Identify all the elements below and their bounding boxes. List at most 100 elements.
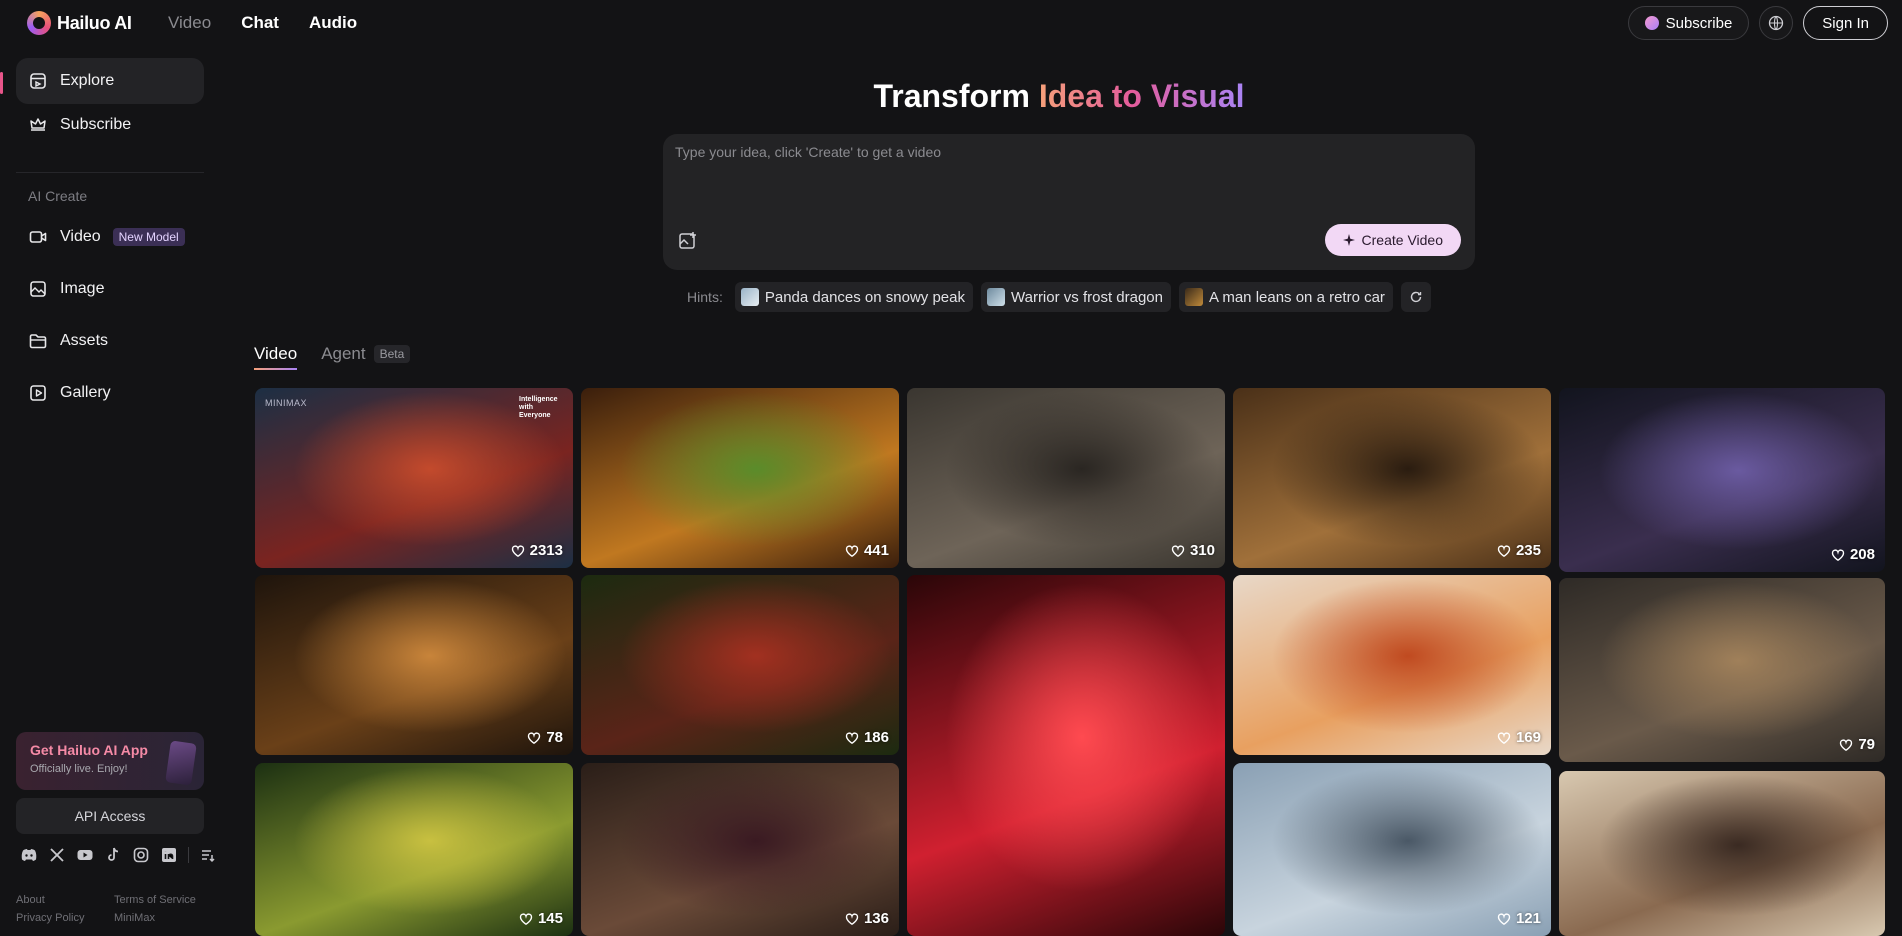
- create-video-button[interactable]: Create Video: [1324, 224, 1461, 256]
- sidebar-item-assets[interactable]: Assets: [16, 318, 204, 364]
- refresh-icon: [1410, 291, 1422, 303]
- social-links: [20, 846, 217, 864]
- heart-icon: [1497, 731, 1511, 744]
- like-count[interactable]: 169: [1497, 729, 1541, 746]
- like-count[interactable]: 78: [527, 729, 563, 746]
- video-card[interactable]: 145: [255, 763, 573, 936]
- sidebar-item-video[interactable]: Video New Model: [16, 214, 204, 260]
- video-card[interactable]: 169: [1233, 575, 1551, 755]
- heart-icon: [1831, 548, 1845, 561]
- sidebar-item-image[interactable]: Image: [16, 266, 204, 312]
- video-card[interactable]: MINIMAX Intelligence with Everyone 2313: [255, 388, 573, 568]
- video-card[interactable]: 78: [255, 575, 573, 755]
- like-count[interactable]: 145: [519, 910, 563, 927]
- social-divider: [188, 847, 189, 863]
- video-card[interactable]: 136: [581, 763, 899, 936]
- crown-icon: [30, 118, 46, 131]
- sidebar-item-gallery[interactable]: Gallery: [16, 370, 204, 416]
- sign-in-button[interactable]: Sign In: [1803, 6, 1888, 40]
- hint-thumbnail: [740, 288, 759, 306]
- like-count[interactable]: 121: [1497, 910, 1541, 927]
- like-count[interactable]: 186: [845, 729, 889, 746]
- heart-icon: [1171, 544, 1185, 557]
- sidebar-label: Assets: [60, 332, 109, 349]
- sidebar: Explore Subscribe AI Create Video New Mo…: [0, 46, 216, 936]
- x-twitter-icon[interactable]: [48, 846, 66, 864]
- nav-audio[interactable]: Audio: [309, 13, 357, 33]
- create-video-label: Create Video: [1361, 232, 1443, 248]
- video-card[interactable]: 121: [1233, 763, 1551, 936]
- sidebar-item-explore[interactable]: Explore: [16, 58, 204, 104]
- top-nav: Video Chat Audio: [168, 13, 357, 33]
- brand-name: Hailuo AI: [57, 12, 132, 33]
- like-count[interactable]: 441: [845, 542, 889, 559]
- hint-chip[interactable]: Panda dances on snowy peak: [734, 282, 973, 312]
- heart-icon: [511, 544, 524, 557]
- sidebar-item-subscribe[interactable]: Subscribe: [16, 102, 204, 148]
- video-card[interactable]: 186: [581, 575, 899, 755]
- tab-agent-label: Agent: [321, 344, 366, 363]
- heart-icon: [845, 731, 859, 744]
- video-card[interactable]: 235: [1233, 388, 1551, 568]
- app-card-title: Get Hailuo AI App: [30, 742, 148, 758]
- gallery-icon: [30, 385, 46, 401]
- like-count-value: 235: [1515, 542, 1541, 559]
- subscribe-button[interactable]: Subscribe: [1627, 6, 1750, 40]
- hint-chip[interactable]: A man leans on a retro car: [1179, 282, 1393, 312]
- hints-label: Hints:: [687, 289, 723, 305]
- minimax-link[interactable]: MiniMax: [114, 912, 212, 924]
- api-access-button[interactable]: API Access: [16, 798, 204, 834]
- linkedin-icon[interactable]: [160, 846, 178, 864]
- hint-chip[interactable]: Warrior vs frost dragon: [981, 282, 1171, 312]
- video-card[interactable]: [907, 575, 1225, 936]
- refresh-hints-button[interactable]: [1400, 282, 1431, 312]
- tab-agent[interactable]: Agent Beta: [321, 344, 411, 370]
- hint-thumbnail: [987, 288, 1005, 306]
- like-count-value: 78: [546, 729, 563, 746]
- tab-video[interactable]: Video: [254, 344, 298, 370]
- top-bar: Hailuo AI Video Chat Audio Subscribe Sig…: [0, 0, 1902, 46]
- instagram-icon[interactable]: [132, 846, 150, 864]
- hint-text: Panda dances on snowy peak: [764, 288, 965, 306]
- youtube-icon[interactable]: [76, 846, 94, 864]
- like-count[interactable]: 136: [845, 910, 889, 927]
- heart-icon: [845, 912, 859, 925]
- video-card[interactable]: 79: [1559, 578, 1885, 762]
- beta-badge: Beta: [373, 345, 411, 363]
- heart-icon: [528, 731, 541, 744]
- video-card[interactable]: 441: [581, 388, 899, 568]
- like-count[interactable]: 79: [1839, 736, 1875, 753]
- prompt-input[interactable]: [675, 144, 1455, 204]
- new-model-badge: New Model: [112, 228, 185, 246]
- more-menu-icon[interactable]: [199, 846, 217, 864]
- get-app-card[interactable]: Get Hailuo AI App Officially live. Enjoy…: [16, 732, 204, 790]
- subscribe-gem-icon: [1644, 16, 1659, 30]
- like-count-value: 169: [1515, 729, 1541, 746]
- about-link[interactable]: About: [16, 894, 114, 906]
- explore-icon: [30, 73, 46, 89]
- tiktok-icon[interactable]: [104, 846, 122, 864]
- terms-link[interactable]: Terms of Service: [114, 894, 212, 906]
- like-count[interactable]: 310: [1171, 542, 1215, 559]
- like-count[interactable]: 235: [1497, 542, 1541, 559]
- nav-video[interactable]: Video: [168, 13, 211, 33]
- sidebar-label: Gallery: [60, 384, 111, 401]
- discord-icon[interactable]: [20, 846, 38, 864]
- hero-title-plain: Transform: [873, 78, 1039, 114]
- like-count[interactable]: 208: [1831, 546, 1875, 563]
- nav-chat[interactable]: Chat: [241, 13, 279, 33]
- footer-links: About Terms of Service Privacy Policy Mi…: [16, 894, 206, 924]
- video-card[interactable]: 208: [1559, 388, 1885, 572]
- privacy-link[interactable]: Privacy Policy: [16, 912, 114, 924]
- language-button[interactable]: [1759, 6, 1794, 40]
- video-card[interactable]: 310: [907, 388, 1225, 568]
- hints-row: Hints: Panda dances on snowy peak Warrio…: [216, 282, 1902, 312]
- active-indicator: [0, 72, 3, 94]
- brand-logo[interactable]: Hailuo AI: [27, 11, 132, 35]
- heart-icon: [519, 912, 533, 925]
- video-card[interactable]: [1559, 771, 1885, 936]
- subscribe-label: Subscribe: [1665, 14, 1733, 32]
- like-count[interactable]: 2313: [511, 542, 563, 559]
- hint-text: Warrior vs frost dragon: [1011, 288, 1163, 306]
- image-upload-icon[interactable]: [677, 230, 699, 252]
